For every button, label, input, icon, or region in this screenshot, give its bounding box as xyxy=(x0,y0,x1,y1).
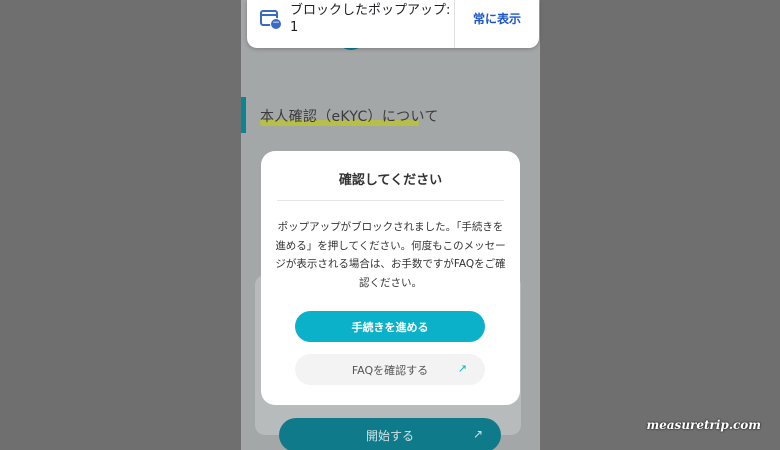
section-accent-bar xyxy=(241,97,246,133)
popup-blocked-icon: − xyxy=(260,10,282,30)
faq-button[interactable]: FAQを確認する ↗ xyxy=(295,354,485,385)
always-show-button[interactable]: 常に表示 xyxy=(455,0,539,36)
proceed-button[interactable]: 手続きを進める xyxy=(295,311,485,342)
watermark: measuretrip.com xyxy=(646,418,761,432)
dialog-message: ポップアップがブロックされました。「手続きを進める」を押してください。何度もこの… xyxy=(275,221,506,289)
start-button-label: 開始する xyxy=(365,428,414,443)
section-title: 本人確認（eKYC）について xyxy=(260,109,439,125)
notification-message: ブロックしたポップアップ: 1 xyxy=(290,3,451,35)
popup-blocked-notification: − ブロックしたポップアップ: 1 常に表示 xyxy=(247,0,539,48)
confirm-dialog: 確認してください ポップアップがブロックされました。「手続きを進める」を押してく… xyxy=(261,151,520,405)
start-button[interactable]: 開始する ↗ xyxy=(279,418,501,450)
dialog-divider xyxy=(277,200,504,201)
faq-button-label: FAQを確認する xyxy=(351,363,429,377)
external-arrow-icon: ↗ xyxy=(472,427,483,441)
external-arrow-icon: ↗ xyxy=(457,362,467,375)
dialog-title: 確認してください xyxy=(338,173,443,188)
